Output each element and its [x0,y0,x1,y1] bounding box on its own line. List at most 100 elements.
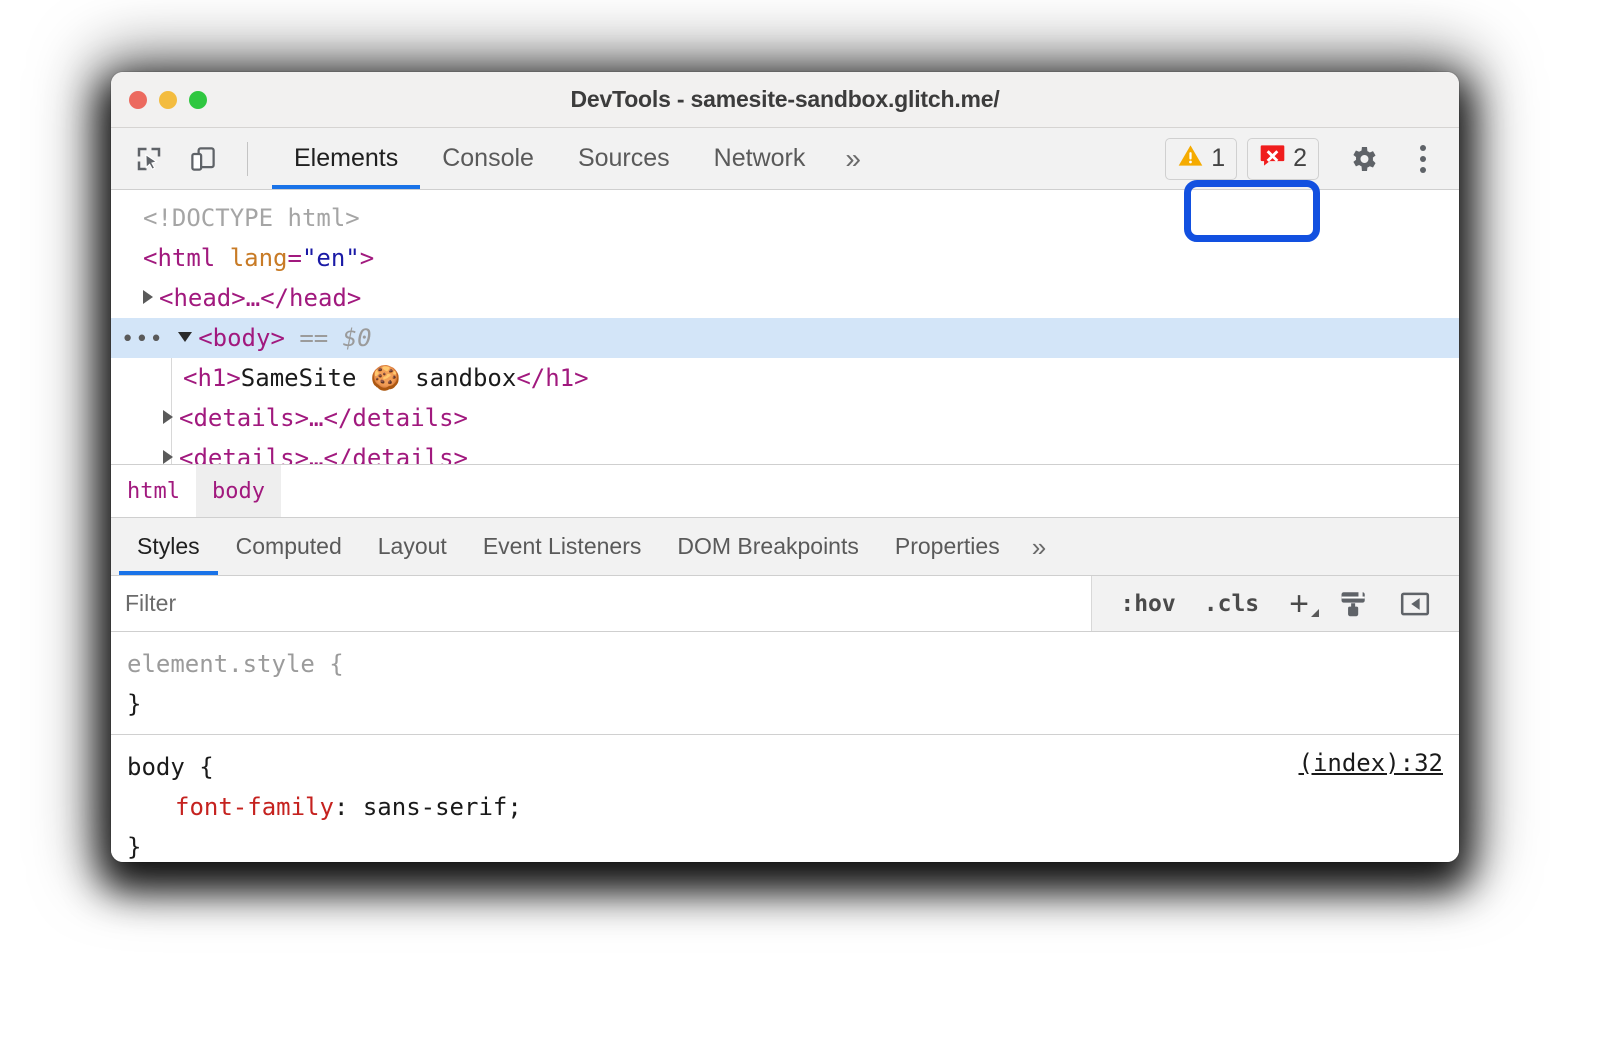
style-source-link[interactable]: (index):32 [1299,749,1444,777]
dom-node-h1[interactable]: <h1>SameSite 🍪 sandbox</h1> [111,358,1459,398]
new-style-rule-dropdown-icon[interactable] [1311,609,1319,617]
kebab-menu-icon[interactable] [1403,139,1443,179]
body-rule-close-brace: } [127,827,1443,862]
tab-console[interactable]: Console [420,128,556,189]
toggle-element-state-button[interactable]: :hov [1106,591,1189,617]
new-style-rule-label: + [1289,585,1309,623]
tab-sources[interactable]: Sources [556,128,692,189]
more-panels-label: » [845,145,861,173]
html-open-tag: <html [143,244,215,272]
breadcrumb-html-label: html [127,479,180,504]
collapse-sidebar-icon[interactable] [1385,588,1445,620]
dom-tree-panel: <!DOCTYPE html> <html lang="en"> <head>…… [111,190,1459,464]
tab-layout-label: Layout [378,533,447,560]
html-attr-eq: = [288,244,302,272]
tab-elements[interactable]: Elements [272,128,420,189]
element-style-selector: element.style { [127,644,1443,684]
devtools-main-toolbar: Elements Console Sources Network » 1 [111,128,1459,190]
tab-event-listeners-label: Event Listeners [483,533,642,560]
declaration-property[interactable]: font-family [127,793,334,821]
tab-properties[interactable]: Properties [877,518,1018,575]
body-rule-declaration[interactable]: font-family: sans-serif; [127,787,1443,827]
tab-computed[interactable]: Computed [218,518,360,575]
error-count-button[interactable]: 2 [1247,138,1319,180]
tab-layout[interactable]: Layout [360,518,465,575]
minimize-window-button[interactable] [159,91,177,109]
dom-node-details-1[interactable]: <details>…</details> [111,398,1459,438]
dom-node-html[interactable]: <html lang="en"> [111,238,1459,278]
expand-triangle-icon[interactable] [163,450,173,464]
toolbar-divider [247,142,248,176]
declaration-colon: : [334,793,348,821]
new-style-rule-button[interactable]: + [1273,587,1325,621]
inspect-element-icon[interactable] [129,139,169,179]
element-style-close-brace: } [127,684,1443,724]
tab-dom-breakpoints-label: DOM Breakpoints [677,533,859,560]
expand-triangle-icon[interactable] [163,410,173,424]
details-2-text: <details>…</details> [179,444,468,464]
tab-styles[interactable]: Styles [119,518,218,575]
breadcrumb-item-html[interactable]: html [111,465,196,517]
doctype-text: <!DOCTYPE html> [143,204,360,232]
html-attr-value: "en" [302,244,360,272]
head-node-text: <head>…</head> [159,284,361,312]
tab-network[interactable]: Network [692,128,828,189]
tab-network-label: Network [714,144,806,173]
dom-node-head[interactable]: <head>…</head> [111,278,1459,318]
window-controls [129,72,207,127]
error-bubble-icon [1259,142,1286,176]
styles-pane-tabs: Styles Computed Layout Event Listeners D… [111,518,1459,576]
devtools-window: DevTools - samesite-sandbox.glitch.me/ [111,72,1459,862]
device-toolbar-icon[interactable] [183,139,223,179]
tab-event-listeners[interactable]: Event Listeners [465,518,660,575]
more-style-tabs-chevron-icon[interactable]: » [1018,518,1060,575]
collapse-triangle-icon[interactable] [178,332,192,342]
dom-node-details-2[interactable]: <details>…</details> [111,438,1459,464]
toolbar-right-controls: 1 2 [1165,128,1459,189]
styles-filter-tools: :hov .cls + [1092,576,1459,631]
tab-sources-label: Sources [578,144,670,173]
rule-body[interactable]: (index):32 body { font-family: sans-seri… [111,734,1459,862]
declaration-value[interactable]: sans-serif; [348,793,521,821]
warning-triangle-icon [1177,142,1204,176]
dom-node-doctype[interactable]: <!DOCTYPE html> [111,198,1459,238]
body-console-ref: $0 [343,324,372,352]
node-overflow-ellipsis-icon[interactable]: ••• [121,327,164,352]
paintbrush-icon[interactable] [1325,588,1385,620]
h1-text: SameSite 🍪 sandbox [241,364,517,392]
breadcrumb: html body [111,464,1459,518]
styles-filter-input[interactable] [111,576,1092,631]
h1-open-tag: <h1> [183,364,241,392]
maximize-window-button[interactable] [189,91,207,109]
body-marker: == [299,324,328,352]
html-attr-name: lang [230,244,288,272]
error-count-value: 2 [1293,146,1307,171]
rule-element-style[interactable]: element.style { } [111,632,1459,734]
gear-icon[interactable] [1343,139,1383,179]
close-window-button[interactable] [129,91,147,109]
screenshot-root: DevTools - samesite-sandbox.glitch.me/ [0,0,1616,1038]
tab-properties-label: Properties [895,533,1000,560]
dom-node-body[interactable]: ••• <body> == $0 [111,318,1459,358]
h1-close-tag: </h1> [516,364,588,392]
more-panels-chevron-icon[interactable]: » [827,128,879,189]
warning-count-button[interactable]: 1 [1165,138,1237,180]
styles-filter-bar: :hov .cls + [111,576,1459,632]
body-node-tag: <body> [198,324,285,352]
window-titlebar: DevTools - samesite-sandbox.glitch.me/ [111,72,1459,128]
styles-rules-list: element.style { } (index):32 body { font… [111,632,1459,862]
more-style-tabs-label: » [1032,534,1046,560]
tab-styles-label: Styles [137,533,200,560]
breadcrumb-item-body[interactable]: body [196,465,281,517]
expand-triangle-icon[interactable] [143,290,153,304]
tab-dom-breakpoints[interactable]: DOM Breakpoints [659,518,877,575]
warning-count-value: 1 [1211,146,1225,171]
element-classes-button[interactable]: .cls [1190,591,1273,617]
breadcrumb-body-label: body [212,479,265,504]
body-rule-selector: body { [127,747,1443,787]
window-title: DevTools - samesite-sandbox.glitch.me/ [111,86,1459,113]
tab-elements-label: Elements [294,144,398,173]
toolbar-left-controls [111,128,258,189]
html-close-bracket: > [360,244,374,272]
tab-console-label: Console [442,144,534,173]
